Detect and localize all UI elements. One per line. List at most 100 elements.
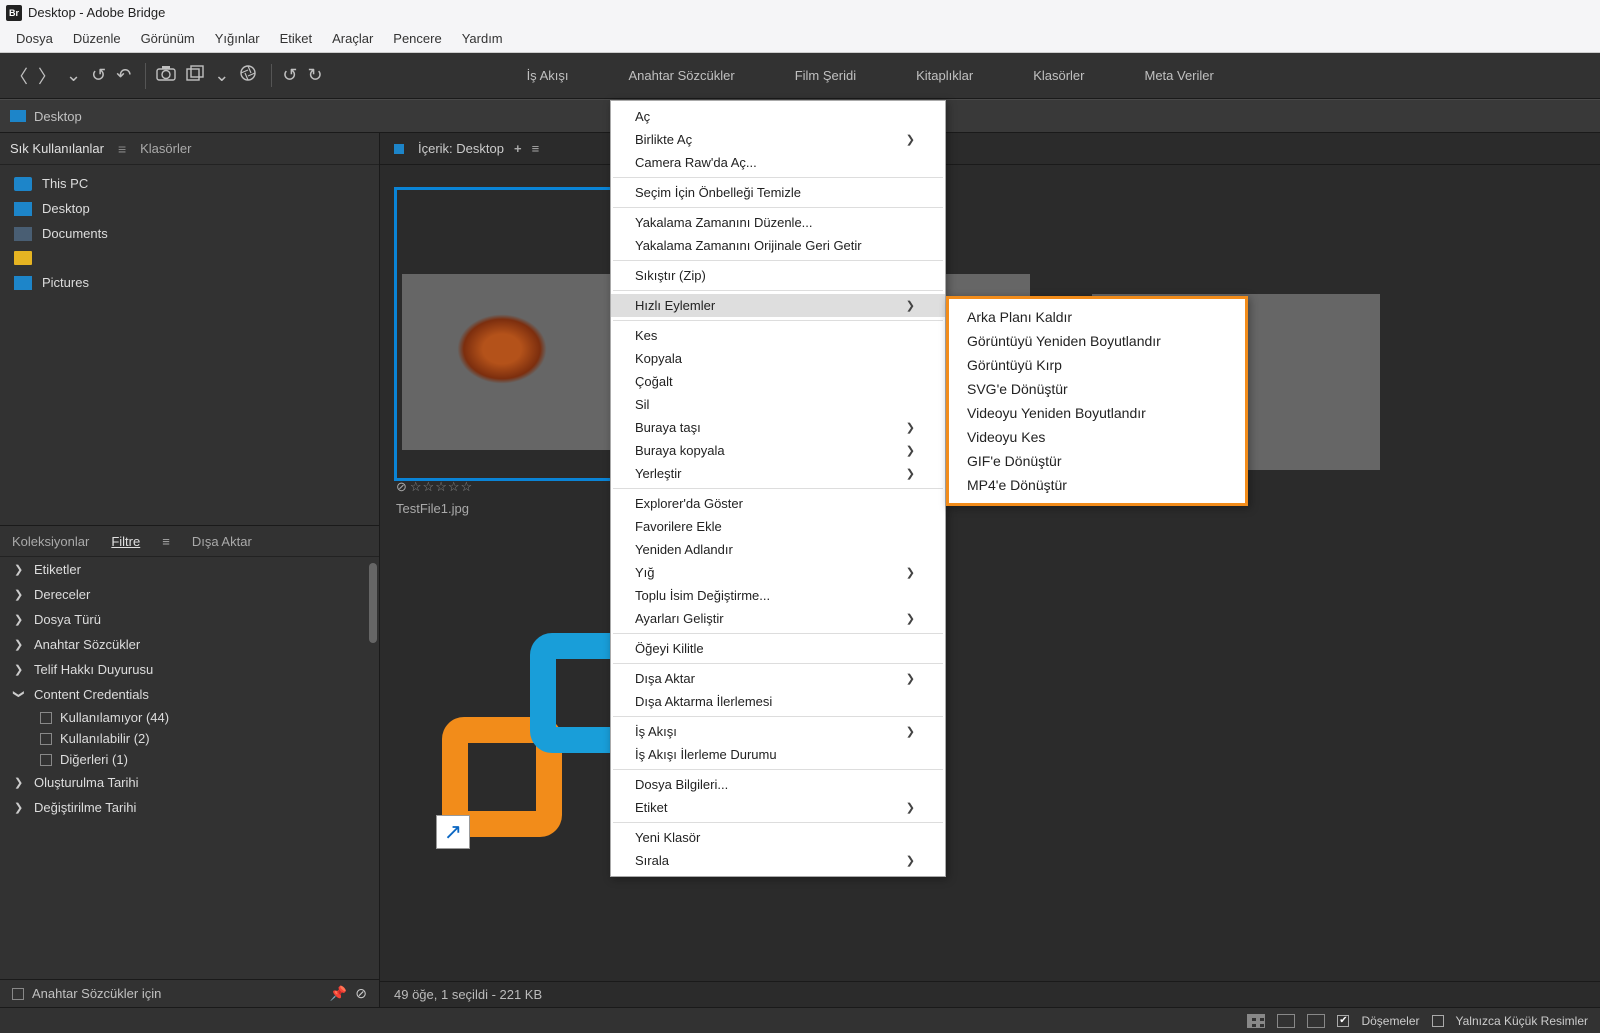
context-menu-item[interactable]: Yerleştir❯ (611, 462, 945, 485)
ws-tab-metadata[interactable]: Meta Veriler (1144, 68, 1213, 83)
ws-tab-filmstrip[interactable]: Film Şeridi (795, 68, 856, 83)
submenu-item[interactable]: Arka Planı Kaldır (949, 305, 1245, 329)
menu-yiginlar[interactable]: Yığınlar (205, 28, 270, 49)
context-menu-item[interactable]: Yığ❯ (611, 561, 945, 584)
hamburger-icon-3[interactable]: ≡ (532, 141, 540, 156)
submenu-item[interactable]: Görüntüyü Yeniden Boyutlandır (949, 329, 1245, 353)
recent-dropdown-icon[interactable]: ⌄ (66, 65, 81, 86)
checkbox-icon[interactable] (40, 754, 52, 766)
menu-gorunum[interactable]: Görünüm (131, 28, 205, 49)
context-menu-item[interactable]: İş Akışı❯ (611, 720, 945, 743)
fav-desktop[interactable]: Desktop (0, 196, 379, 221)
context-menu-item[interactable]: Favorilere Ekle (611, 515, 945, 538)
ws-tab-keywords[interactable]: Anahtar Sözcükler (628, 68, 734, 83)
context-menu-item[interactable]: Yakalama Zamanını Orijinale Geri Getir (611, 234, 945, 257)
context-menu-item[interactable]: Sil (611, 393, 945, 416)
aperture-icon[interactable] (239, 64, 257, 87)
filter-degistirilme[interactable]: ❯Değiştirilme Tarihi (0, 795, 379, 820)
context-menu-item[interactable]: Sırala❯ (611, 849, 945, 872)
ws-tab-workflow[interactable]: İş Akışı (527, 68, 569, 83)
filter-sub-others[interactable]: Diğerleri (1) (0, 749, 379, 770)
tab-filter[interactable]: Filtre (111, 534, 140, 549)
context-menu-item[interactable]: Yeni Klasör (611, 826, 945, 849)
list-view-icon[interactable] (1277, 1014, 1295, 1028)
filter-sub-unavailable[interactable]: Kullanılamıyor (44) (0, 707, 379, 728)
hamburger-icon[interactable]: ≡ (118, 141, 126, 157)
tab-export[interactable]: Dışa Aktar (192, 534, 252, 549)
forward-icon[interactable]: 〉 (38, 63, 56, 89)
fav-documents[interactable]: Documents (0, 221, 379, 246)
menu-araclar[interactable]: Araçlar (322, 28, 383, 49)
pin-icon[interactable]: 📌 (330, 985, 347, 1002)
context-menu-item[interactable]: Birlikte Aç❯ (611, 128, 945, 151)
context-menu-item[interactable]: Explorer'da Göster (611, 492, 945, 515)
context-menu-item[interactable]: Toplu İsim Değiştirme... (611, 584, 945, 607)
menu-dosya[interactable]: Dosya (6, 28, 63, 49)
history-icon[interactable]: ↺ (91, 65, 106, 86)
star-rating[interactable]: ☆☆☆☆☆ (410, 479, 473, 494)
checkbox-tiles[interactable]: ✔ (1337, 1015, 1349, 1027)
back-icon[interactable]: 〈 (10, 63, 28, 89)
tab-folders[interactable]: Klasörler (140, 141, 191, 156)
submenu-item[interactable]: GIF'e Dönüştür (949, 449, 1245, 473)
submenu-item[interactable]: Videoyu Kes (949, 425, 1245, 449)
context-menu-item[interactable]: Hızlı Eylemler❯ (611, 294, 945, 317)
context-menu-item[interactable]: Dışa Aktar❯ (611, 667, 945, 690)
stack-icon[interactable] (186, 65, 204, 86)
ws-tab-libraries[interactable]: Kitaplıklar (916, 68, 973, 83)
details-view-icon[interactable] (1307, 1014, 1325, 1028)
filter-olusturulma[interactable]: ❯Oluşturulma Tarihi (0, 770, 379, 795)
context-menu-item[interactable]: Sıkıştır (Zip) (611, 264, 945, 287)
menu-etiket[interactable]: Etiket (270, 28, 323, 49)
filter-dereceler[interactable]: ❯Dereceler (0, 582, 379, 607)
tab-favorites[interactable]: Sık Kullanılanlar (10, 141, 104, 156)
context-menu-item[interactable]: Buraya taşı❯ (611, 416, 945, 439)
menu-pencere[interactable]: Pencere (383, 28, 451, 49)
submenu-item[interactable]: SVG'e Dönüştür (949, 377, 1245, 401)
context-menu-item[interactable]: Etiket❯ (611, 796, 945, 819)
ws-tab-folders[interactable]: Klasörler (1033, 68, 1084, 83)
filter-etiketler[interactable]: ❯Etiketler (0, 557, 379, 582)
checkbox-icon[interactable] (40, 712, 52, 724)
tab-collections[interactable]: Koleksiyonlar (12, 534, 89, 549)
dropdown-icon[interactable]: ⌄ (214, 65, 229, 86)
menu-yardim[interactable]: Yardım (452, 28, 513, 49)
context-menu-item[interactable]: Yakalama Zamanını Düzenle... (611, 211, 945, 234)
checkbox-icon[interactable] (12, 988, 24, 1000)
submenu-item[interactable]: Videoyu Yeniden Boyutlandır (949, 401, 1245, 425)
camera-icon[interactable] (156, 65, 176, 86)
checkbox-thumbs-only[interactable] (1432, 1015, 1444, 1027)
rotate-cw-icon[interactable]: ↻ (307, 65, 322, 86)
clear-icon[interactable]: ⊘ (355, 985, 367, 1002)
reject-icon[interactable]: ⊘ (396, 479, 408, 494)
context-menu-item[interactable]: Ayarları Geliştir❯ (611, 607, 945, 630)
context-menu-item[interactable]: İş Akışı İlerleme Durumu (611, 743, 945, 766)
filter-anahtar-sozcukler[interactable]: ❯Anahtar Sözcükler (0, 632, 379, 657)
context-menu-item[interactable]: Buraya kopyala❯ (611, 439, 945, 462)
context-menu-item[interactable]: Dosya Bilgileri... (611, 773, 945, 796)
thumbnail-grid[interactable]: ⊘☆☆☆☆☆ TestFile1.jpg TestFile2.png ↗ (380, 165, 1600, 981)
content-tab-label[interactable]: İçerik: Desktop (418, 141, 504, 156)
context-menu-item[interactable]: Camera Raw'da Aç... (611, 151, 945, 174)
context-menu-item[interactable]: Aç (611, 105, 945, 128)
filter-telif[interactable]: ❯Telif Hakkı Duyurusu (0, 657, 379, 682)
path-text[interactable]: Desktop (34, 109, 82, 124)
fav-folder[interactable] (0, 246, 379, 270)
menu-duzenle[interactable]: Düzenle (63, 28, 131, 49)
boomerang-icon[interactable]: ↶ (116, 65, 131, 86)
scrollbar-thumb[interactable] (369, 563, 377, 643)
submenu-item[interactable]: Görüntüyü Kırp (949, 353, 1245, 377)
filter-content-credentials[interactable]: ❯Content Credentials (0, 682, 379, 707)
context-menu-item[interactable]: Kes (611, 324, 945, 347)
checkbox-icon[interactable] (40, 733, 52, 745)
context-menu-item[interactable]: Kopyala (611, 347, 945, 370)
context-menu-item[interactable]: Dışa Aktarma İlerlemesi (611, 690, 945, 713)
context-menu-item[interactable]: Seçim İçin Önbelleği Temizle (611, 181, 945, 204)
context-menu-item[interactable]: Çoğalt (611, 370, 945, 393)
fav-pictures[interactable]: Pictures (0, 270, 379, 295)
context-menu-item[interactable]: Öğeyi Kilitle (611, 637, 945, 660)
submenu-item[interactable]: MP4'e Dönüştür (949, 473, 1245, 497)
context-menu-item[interactable]: Yeniden Adlandır (611, 538, 945, 561)
filter-sub-available[interactable]: Kullanılabilir (2) (0, 728, 379, 749)
fav-this-pc[interactable]: This PC (0, 171, 379, 196)
